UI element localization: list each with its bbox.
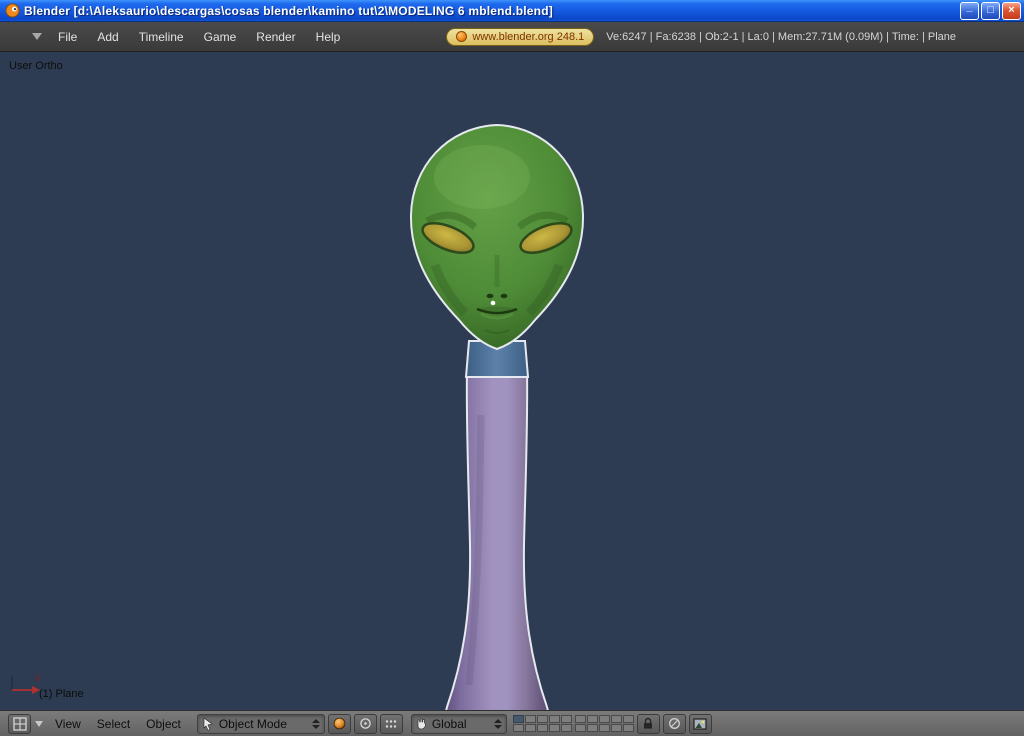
layer-button[interactable] <box>548 724 560 732</box>
menu-select[interactable]: Select <box>89 717 138 731</box>
hand-icon <box>417 718 426 730</box>
pivot-icon <box>360 718 371 729</box>
3d-viewport[interactable]: User Ortho x (1) Plane <box>0 52 1024 710</box>
blender-badge-icon <box>456 31 468 42</box>
axis-x-label: x <box>35 673 40 684</box>
layer-button[interactable] <box>622 724 634 732</box>
orientation-label: Global <box>431 716 467 731</box>
top-menubar: File Add Timeline Game Render Help www.b… <box>0 22 1024 52</box>
minimize-button[interactable]: _ <box>960 1 979 20</box>
object-mode-icon <box>203 716 213 731</box>
window-titlebar: Blender [d:\Aleksaurio\descargas\cosas b… <box>0 0 1024 22</box>
layer-button[interactable] <box>586 724 598 732</box>
layer-button[interactable] <box>524 724 536 732</box>
layer-button[interactable] <box>536 724 548 732</box>
view-mode-label: User Ortho <box>9 60 63 72</box>
combo-arrows-icon <box>311 718 320 729</box>
alien-model[interactable] <box>377 115 617 710</box>
version-badge[interactable]: www.blender.org 248.1 <box>446 27 595 46</box>
version-badge-label: www.blender.org 248.1 <box>472 30 585 43</box>
layer-button[interactable] <box>548 715 560 723</box>
menu-object[interactable]: Object <box>138 717 189 731</box>
bottom-menubar: View Select Object Object Mode Global <box>0 710 1024 736</box>
manipulator-dots-icon <box>386 719 397 728</box>
menu-add[interactable]: Add <box>87 26 128 48</box>
image-icon <box>693 717 707 730</box>
menu-view[interactable]: View <box>47 717 89 731</box>
draw-type-button[interactable] <box>327 713 351 734</box>
active-object-label: (1) Plane <box>39 688 84 700</box>
chevron-down-icon[interactable] <box>32 33 42 40</box>
lock-icon <box>644 717 653 729</box>
layer-button[interactable] <box>524 715 536 723</box>
layer-buttons-group-1 <box>512 715 572 732</box>
draw-type-icon <box>333 717 346 730</box>
chevron-down-icon[interactable] <box>35 720 43 727</box>
layer-button[interactable] <box>560 715 572 723</box>
proportional-edit-icon <box>668 718 680 729</box>
combo-arrows-icon <box>493 718 502 729</box>
layer-button[interactable] <box>622 715 634 723</box>
blender-logo-icon <box>5 3 20 18</box>
close-button[interactable]: × <box>1002 1 1021 20</box>
layer-button[interactable] <box>610 715 622 723</box>
window-title: Blender [d:\Aleksaurio\descargas\cosas b… <box>24 3 553 18</box>
layer-button[interactable] <box>586 715 598 723</box>
menu-game[interactable]: Game <box>194 26 247 48</box>
mode-label: Object Mode <box>218 716 287 731</box>
mode-select[interactable]: Object Mode <box>196 713 325 734</box>
render-preview-button[interactable] <box>688 713 712 734</box>
blender-window: { "window": { "title": "Blender [d:\\Ale… <box>0 0 1024 736</box>
pivot-button[interactable] <box>353 713 377 734</box>
editor-grid-icon <box>12 716 27 731</box>
layer-button[interactable] <box>610 724 622 732</box>
orientation-select[interactable]: Global <box>410 713 507 734</box>
editor-type-button[interactable] <box>8 713 31 734</box>
menu-timeline[interactable]: Timeline <box>129 26 194 48</box>
menu-render[interactable]: Render <box>246 26 305 48</box>
layer-button[interactable] <box>512 724 524 732</box>
layer-button[interactable] <box>512 715 524 723</box>
layer-button[interactable] <box>574 724 586 732</box>
scene-stats: Ve:6247 | Fa:6238 | Ob:2-1 | La:0 | Mem:… <box>606 30 957 43</box>
layer-button[interactable] <box>560 724 572 732</box>
maximize-button[interactable]: □ <box>981 1 1000 20</box>
layer-button[interactable] <box>598 715 610 723</box>
layer-button[interactable] <box>598 724 610 732</box>
menu-help[interactable]: Help <box>306 26 351 48</box>
lock-button[interactable] <box>636 713 660 734</box>
manipulator-button[interactable] <box>379 713 403 734</box>
layer-button[interactable] <box>574 715 586 723</box>
layer-button[interactable] <box>536 715 548 723</box>
menu-file[interactable]: File <box>48 26 87 48</box>
proportional-edit-button[interactable] <box>662 713 686 734</box>
layer-buttons-group-2 <box>574 715 634 732</box>
